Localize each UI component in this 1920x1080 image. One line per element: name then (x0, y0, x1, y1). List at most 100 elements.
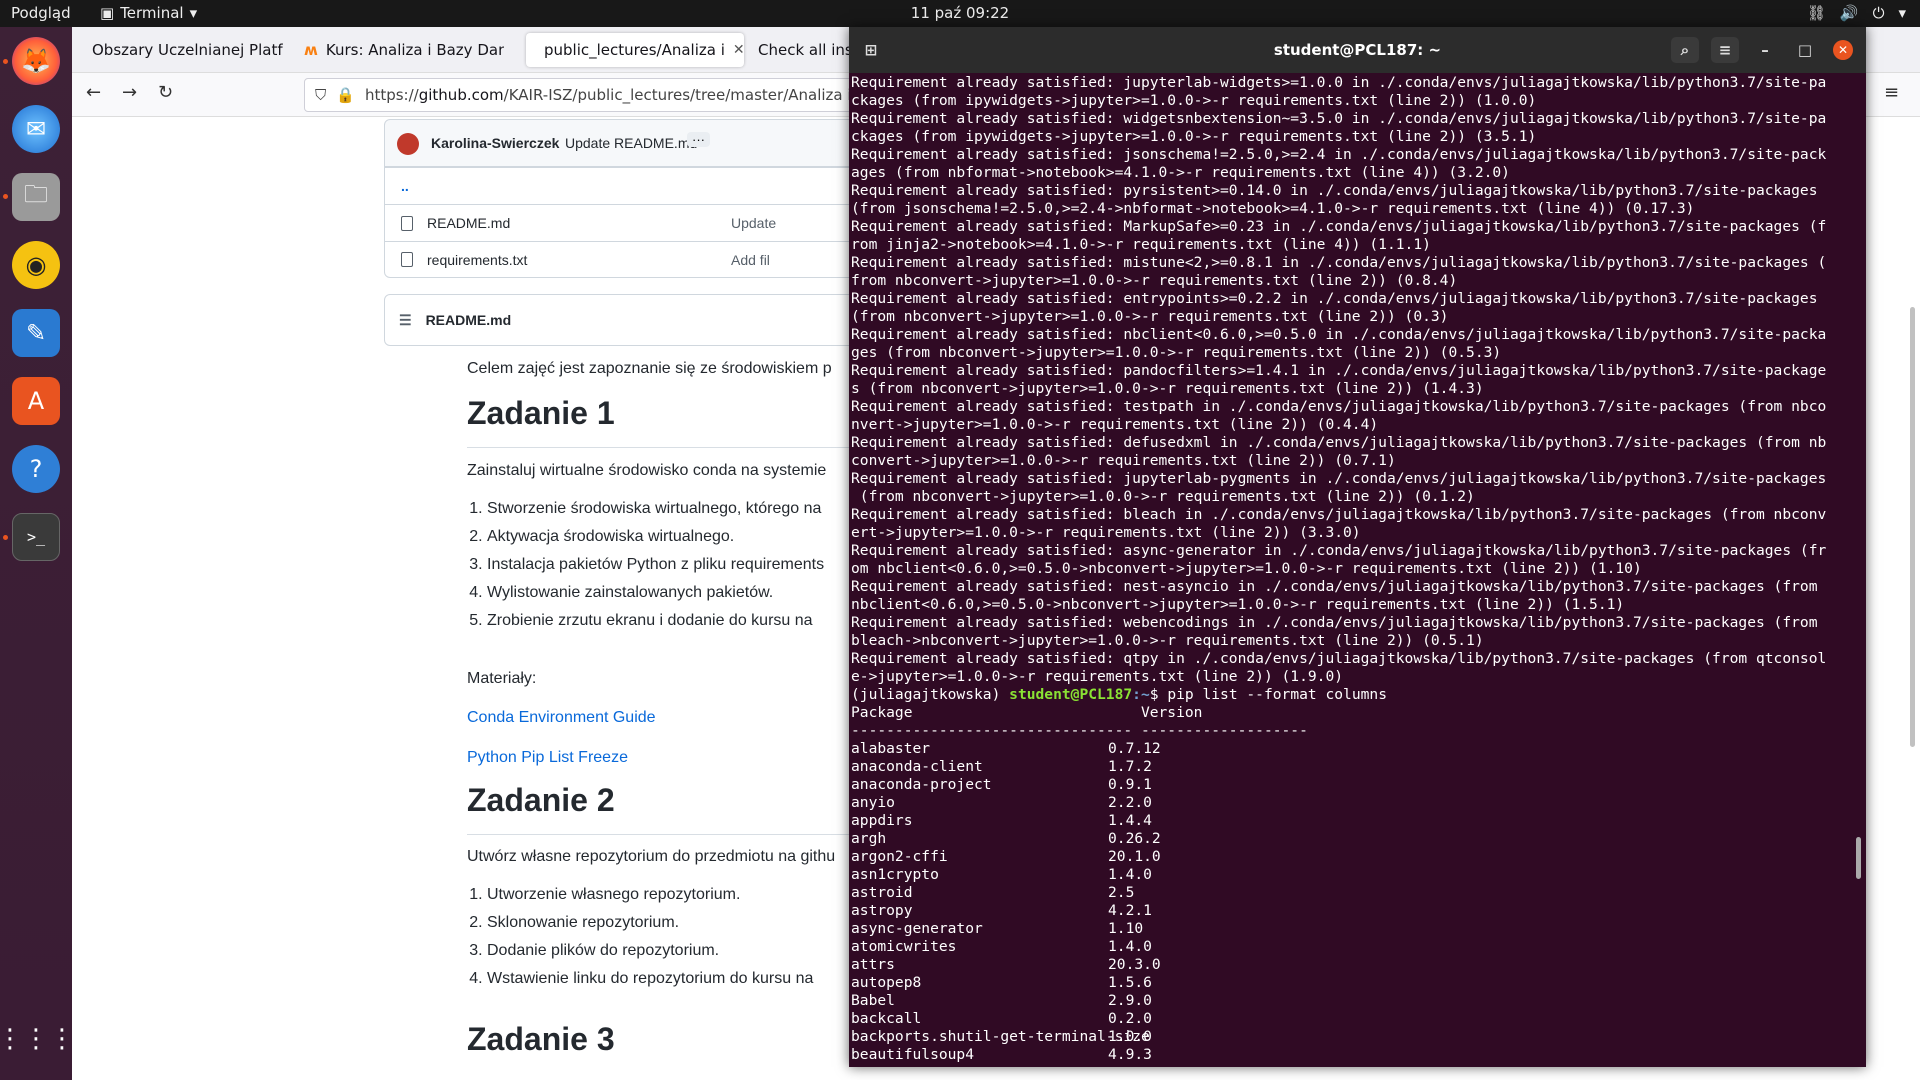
list-icon[interactable]: ☰ (399, 312, 412, 329)
more-icon[interactable]: ··· (687, 132, 710, 147)
dock: 🦊 ✉ 🗀 ◉ ✎ A ? >_ ⋮⋮⋮ (0, 27, 75, 1080)
terminal-scrollbar[interactable] (1856, 837, 1861, 879)
package-version: 4.9.3 (1108, 1046, 1152, 1063)
package-name: autopep8 (851, 974, 922, 991)
files-icon[interactable]: 🗀 (12, 173, 60, 221)
pip-list-link[interactable]: Python Pip List Freeze (467, 749, 628, 767)
materials-label: Materiały: (467, 670, 537, 687)
terminal-icon[interactable]: >_ (12, 513, 60, 561)
terminal-line: (from nbconvert->jupyter>=1.0.0->-r requ… (851, 488, 1475, 505)
rhythmbox-icon[interactable]: ◉ (12, 241, 60, 289)
help-icon[interactable]: ? (12, 445, 60, 493)
terminal-line: from nbconvert->jupyter>=1.0.0->-r requi… (851, 272, 1458, 289)
package-row: attrs 20.3.0 (851, 956, 1851, 974)
package-version: 0.2.0 (1108, 1010, 1152, 1027)
package-row: astropy 4.2.1 (851, 902, 1851, 920)
list-item: Aktywacja środowiska wirtualnego. (487, 528, 824, 546)
menu-icon[interactable]: ≡ (1884, 82, 1899, 103)
terminal-titlebar[interactable]: ⊞ student@PCL187: ~ ⌕ ≡ – □ ✕ (849, 27, 1866, 73)
terminal-line: (from jsonschema!=2.5.0,>=2.4->nbformat-… (851, 200, 1695, 217)
pkg-header: Package Version (851, 704, 1203, 721)
readme-title: README.md (425, 312, 512, 328)
terminal-line: Requirement already satisfied: jsonschem… (851, 146, 1827, 163)
package-version: 1.7.2 (1108, 758, 1152, 775)
terminal-line: bleach->nbconvert->jupyter>=1.0.0->-r re… (851, 632, 1484, 649)
clock[interactable]: 11 paź 09:22 (0, 4, 1920, 22)
package-name: astropy (851, 902, 913, 919)
thunderbird-icon[interactable]: ✉ (12, 105, 60, 153)
package-row: anaconda-client 1.7.2 (851, 758, 1851, 776)
package-row: anyio 2.2.0 (851, 794, 1851, 812)
reload-icon[interactable]: ↻ (158, 82, 173, 103)
z1-text: Zainstaluj wirtualne środowisko conda na… (467, 462, 827, 479)
forward-icon[interactable]: → (122, 82, 137, 103)
software-icon[interactable]: A (12, 377, 60, 425)
list-item: Sklonowanie repozytorium. (487, 914, 813, 932)
volume-icon: 🔊 (1839, 4, 1859, 22)
package-name: async-generator (851, 920, 983, 937)
package-row: backports.shutil-get-terminal-size1.0.0 (851, 1028, 1851, 1046)
commit-message[interactable]: Update README.md (565, 135, 697, 151)
firefox-icon[interactable]: 🦊 (12, 37, 60, 85)
package-name: backcall (851, 1010, 922, 1027)
running-indicator (3, 535, 8, 540)
terminal-output[interactable]: Requirement already satisfied: jupyterla… (851, 74, 1851, 1064)
terminal-line: rom jinja2->notebook>=4.1.0->-r requirem… (851, 236, 1431, 253)
terminal-line: Requirement already satisfied: pyrsisten… (851, 182, 1818, 199)
terminal-line: Requirement already satisfied: pandocfil… (851, 362, 1827, 379)
maximize-icon[interactable]: □ (1791, 37, 1819, 63)
back-icon[interactable]: ← (86, 82, 101, 103)
new-tab-icon[interactable]: ⊞ (857, 37, 885, 63)
close-icon[interactable]: ✕ (733, 42, 744, 58)
terminal-line: Requirement already satisfied: async-gen… (851, 542, 1827, 559)
url-prefix: https:// (364, 86, 419, 104)
apps-grid-icon[interactable]: ⋮⋮⋮ (0, 1015, 75, 1063)
hamburger-menu-icon[interactable]: ≡ (1711, 37, 1739, 63)
package-name: alabaster (851, 740, 931, 757)
package-name: Babel (851, 992, 895, 1009)
file-commit[interactable]: Update (731, 215, 776, 231)
tab-label: Obszary Uczelnianej Platf (92, 41, 283, 59)
tab-3[interactable]: public_lectures/Analiza i ✕ (526, 33, 744, 67)
terminal-line: Requirement already satisfied: qtpy in .… (851, 650, 1827, 667)
terminal-line: (from nbconvert->jupyter>=1.0.0->-r requ… (851, 308, 1449, 325)
avatar[interactable] (397, 133, 419, 155)
writer-icon[interactable]: ✎ (12, 309, 60, 357)
tab-1[interactable]: Obszary Uczelnianej Platf✕ (74, 33, 290, 67)
file-name[interactable]: requirements.txt (427, 252, 527, 268)
search-icon[interactable]: ⌕ (1671, 37, 1699, 63)
page-scrollbar[interactable] (1910, 307, 1915, 747)
package-version: 1.5.6 (1108, 974, 1152, 991)
file-commit[interactable]: Add fil (731, 252, 770, 268)
package-name: asn1crypto (851, 866, 939, 883)
system-tray[interactable]: ⛓ 🔊 ⏻ ▾ (1807, 4, 1906, 22)
prompt-cmd: $ pip list --format columns (1149, 686, 1387, 703)
minimize-icon[interactable]: – (1751, 37, 1779, 63)
parent-dir-link[interactable]: .. (401, 178, 409, 194)
package-name: beautifulsoup4 (851, 1046, 975, 1063)
tab-label: Kurs: Analiza i Bazy Dany (325, 41, 504, 59)
package-row: autopep8 1.5.6 (851, 974, 1851, 992)
terminal-line: ages (from nbformat->notebook>=4.1.0->-r… (851, 164, 1510, 181)
package-version: 20.3.0 (1108, 956, 1161, 973)
list-item: Wylistowanie zainstalowanych pakietów. (487, 584, 824, 602)
terminal-line: ckages (from ipywidgets->jupyter>=1.0.0-… (851, 128, 1537, 145)
prompt-path: :~ (1132, 686, 1150, 703)
package-row: appdirs 1.4.4 (851, 812, 1851, 830)
url-domain: github.com (418, 86, 504, 104)
package-version: 1.0.0 (1108, 1028, 1152, 1045)
package-version: 1.4.0 (1108, 938, 1152, 955)
package-version: 1.10 (1108, 920, 1144, 937)
file-name[interactable]: README.md (427, 215, 510, 231)
close-icon[interactable]: ✕ (1833, 40, 1853, 60)
chevron-down-icon: ▾ (1898, 4, 1906, 22)
tab-2[interactable]: ʍKurs: Analiza i Bazy Dany✕ (294, 33, 504, 67)
tab-favicon: ʍ (304, 41, 318, 59)
commit-author[interactable]: Karolina-Swierczek (431, 135, 559, 151)
package-version: 0.9.1 (1108, 776, 1152, 793)
package-row: astroid 2.5 (851, 884, 1851, 902)
conda-guide-link[interactable]: Conda Environment Guide (467, 709, 656, 727)
list-item: Utworzenie własnego repozytorium. (487, 886, 813, 904)
power-icon: ⏻ (1872, 4, 1885, 22)
terminal-title: student@PCL187: ~ (1273, 41, 1442, 59)
